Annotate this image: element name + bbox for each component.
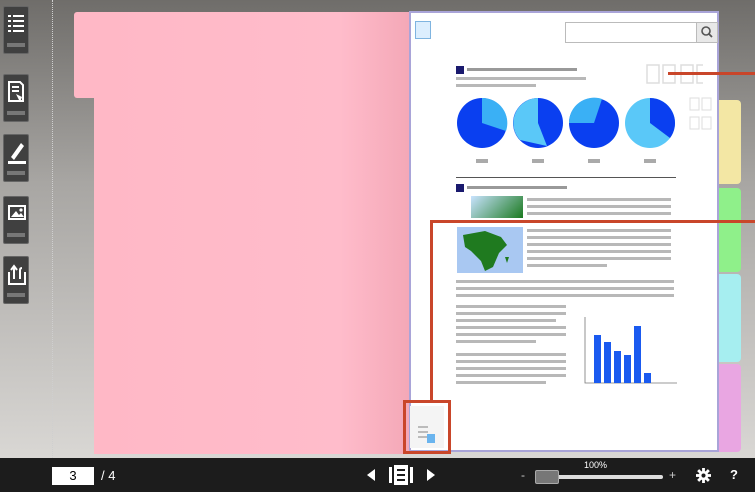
text-line xyxy=(456,312,566,315)
image-button[interactable] xyxy=(3,196,29,244)
thumbnail-doc-icon xyxy=(418,426,435,443)
text-line xyxy=(527,236,671,239)
left-page[interactable] xyxy=(94,12,409,454)
toc-button[interactable] xyxy=(3,6,29,54)
page-total: / 4 xyxy=(101,468,116,483)
export-icon xyxy=(8,264,26,285)
pie-chart xyxy=(568,97,619,148)
text-line xyxy=(456,294,674,297)
highlighter-icon xyxy=(8,143,26,164)
bookmark-button-label-bar xyxy=(7,111,25,115)
export-button[interactable] xyxy=(3,256,29,304)
section-heading xyxy=(467,68,577,71)
zoom-slider-handle[interactable] xyxy=(535,470,559,484)
section-bullet xyxy=(456,66,464,74)
text-line xyxy=(456,374,566,377)
text-line xyxy=(527,198,671,201)
index-tab-2[interactable] xyxy=(719,188,741,272)
pie-chart-row xyxy=(457,97,675,163)
text-line xyxy=(456,287,674,290)
text-line xyxy=(456,280,674,283)
reader-stage xyxy=(0,0,755,458)
index-tab-4[interactable] xyxy=(719,364,741,452)
open-book-icon xyxy=(646,64,703,84)
bookmark-icon xyxy=(8,81,24,102)
help-button[interactable]: ? xyxy=(730,467,738,483)
text-line xyxy=(456,333,566,336)
bookmark-button[interactable] xyxy=(3,74,29,122)
zoom-in-button[interactable]: + xyxy=(669,467,676,483)
index-tab-1[interactable] xyxy=(719,100,741,184)
page-number-input[interactable] xyxy=(52,467,94,485)
thumbnail-pages-icon xyxy=(689,97,712,130)
page-thumbnail[interactable] xyxy=(410,406,444,448)
text-line xyxy=(456,381,546,384)
text-line xyxy=(527,264,607,267)
page-view-icon[interactable] xyxy=(388,464,414,486)
text-line xyxy=(527,243,671,246)
table-of-contents-icon xyxy=(8,15,24,32)
settings-gear-icon[interactable] xyxy=(696,468,711,483)
image-button-label-bar xyxy=(7,233,25,237)
next-page-icon[interactable] xyxy=(426,468,436,482)
left-page-flap[interactable] xyxy=(74,12,96,98)
section-bullet xyxy=(456,184,464,192)
prev-page-icon[interactable] xyxy=(366,468,376,482)
section-heading xyxy=(467,186,567,189)
bottom-toolbar: / 4 - 100% + ? xyxy=(0,458,755,492)
toc-button-label-bar xyxy=(7,43,25,47)
search-button[interactable] xyxy=(696,23,717,42)
callout-line xyxy=(430,220,433,402)
text-line xyxy=(527,257,671,260)
bar-chart-thumbnail xyxy=(584,317,677,384)
index-tab-3[interactable] xyxy=(719,274,741,362)
pie-chart xyxy=(457,97,508,148)
text-line xyxy=(456,367,566,370)
highlight-button[interactable] xyxy=(3,134,29,182)
text-line xyxy=(456,305,566,308)
search-input[interactable] xyxy=(565,22,718,43)
text-line xyxy=(456,77,586,80)
text-line xyxy=(527,212,671,215)
text-line xyxy=(456,360,566,363)
left-toolbar xyxy=(0,0,53,458)
document-icon[interactable] xyxy=(415,21,431,39)
callout-line xyxy=(430,220,755,223)
map-thumbnail xyxy=(471,196,523,218)
search-icon xyxy=(701,26,713,38)
callout-line xyxy=(668,72,755,75)
divider xyxy=(456,177,676,178)
text-line xyxy=(527,205,671,208)
text-line xyxy=(456,353,566,356)
right-page[interactable] xyxy=(409,11,719,452)
text-line xyxy=(456,326,566,329)
pie-chart xyxy=(513,98,563,148)
export-button-label-bar xyxy=(7,293,25,297)
pie-chart xyxy=(625,98,675,148)
text-line xyxy=(527,250,671,253)
text-line xyxy=(456,340,536,343)
text-line xyxy=(456,84,536,87)
text-line xyxy=(527,229,671,232)
africa-map-image xyxy=(457,227,523,273)
zoom-level: 100% xyxy=(584,460,608,470)
zoom-out-button[interactable]: - xyxy=(521,467,525,483)
text-line xyxy=(456,319,556,322)
highlight-button-label-bar xyxy=(7,171,25,175)
image-icon xyxy=(8,205,26,220)
